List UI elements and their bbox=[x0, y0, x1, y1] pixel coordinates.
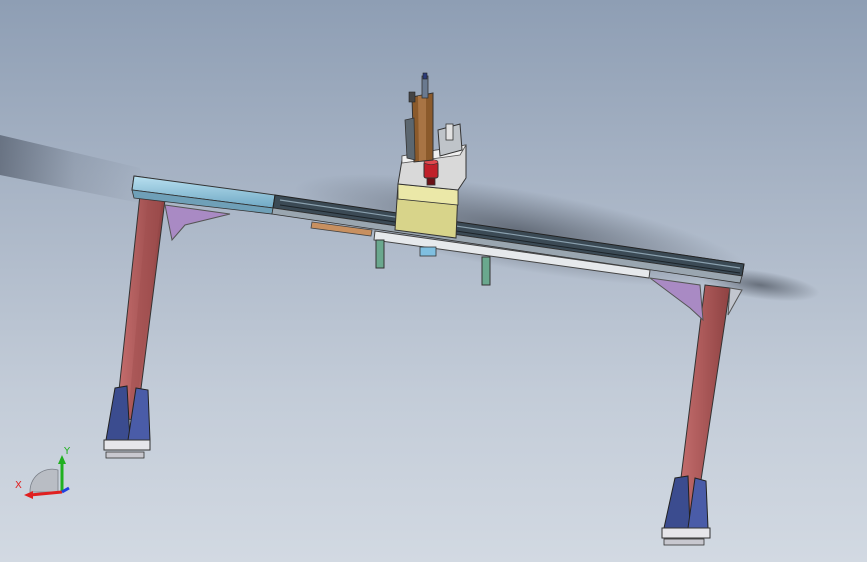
left-gusset bbox=[164, 204, 231, 242]
gantry-model[interactable] bbox=[0, 0, 867, 562]
triad-y-label: Y bbox=[64, 446, 71, 457]
right-foot[interactable] bbox=[663, 475, 691, 529]
carriage[interactable] bbox=[394, 72, 467, 239]
right-gusset bbox=[649, 277, 704, 322]
vertical-cylinder[interactable] bbox=[404, 72, 434, 163]
triad-x-label: X bbox=[15, 480, 22, 491]
left-foot[interactable] bbox=[105, 385, 131, 441]
right-leg[interactable] bbox=[649, 277, 743, 546]
shadow-streak bbox=[0, 135, 150, 205]
right-bracket bbox=[481, 256, 491, 286]
left-leg[interactable] bbox=[103, 194, 231, 459]
left-bracket bbox=[375, 239, 385, 269]
graphics-viewport[interactable]: X Y bbox=[0, 0, 867, 562]
coordinate-triad: X Y bbox=[14, 446, 74, 502]
